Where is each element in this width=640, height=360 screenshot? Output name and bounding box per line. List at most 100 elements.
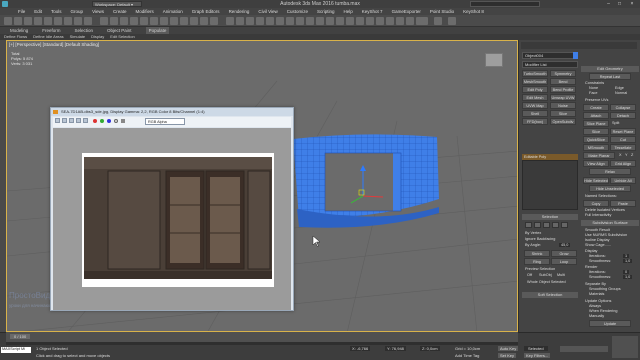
- search-field[interactable]: [470, 1, 540, 7]
- toolbar-button-icon[interactable]: [24, 17, 32, 25]
- detach-button[interactable]: Detach: [610, 112, 636, 119]
- tessellate-button[interactable]: Tessellate: [610, 144, 636, 151]
- constraint-none-radio[interactable]: None: [589, 86, 598, 90]
- toolbar-button-icon[interactable]: [74, 17, 82, 25]
- modifier-button-symmetry[interactable]: Symmetry: [550, 70, 576, 77]
- toolbar-button-icon[interactable]: [84, 17, 92, 25]
- modifier-stack[interactable]: [522, 160, 578, 210]
- smoothing-groups-checkbox[interactable]: Smoothing Groups: [589, 287, 621, 291]
- modifier-button-turbosmooth[interactable]: TurboSmooth: [522, 70, 548, 77]
- modifier-button-bend[interactable]: Bend: [550, 78, 576, 85]
- polygon-mode-icon[interactable]: [552, 222, 559, 228]
- element-mode-icon[interactable]: [561, 222, 568, 228]
- menu-item-graph-editors[interactable]: Graph Editors: [192, 8, 220, 15]
- iterations-spinner[interactable]: 1: [623, 254, 630, 258]
- time-slider[interactable]: 0 / 100: [6, 332, 518, 342]
- view-align-button[interactable]: View Align: [583, 160, 609, 167]
- modifier-button-unwrap-uvw[interactable]: Unwrap UVW: [550, 94, 576, 101]
- grow-button[interactable]: Grow: [551, 250, 577, 257]
- quickslice-button[interactable]: QuickSlice: [583, 136, 609, 143]
- toolbar-button-icon[interactable]: [210, 17, 218, 25]
- subdivision-rollout[interactable]: Subdivision Surface: [581, 220, 639, 226]
- toolbar-button-icon[interactable]: [306, 17, 314, 25]
- viewport-nav-controls[interactable]: [612, 336, 638, 358]
- make-planar-button[interactable]: Make Planar: [583, 152, 615, 159]
- selection-rollout[interactable]: Selection: [522, 214, 578, 220]
- toolbar-button-icon[interactable]: [396, 17, 404, 25]
- menu-item-keyshot-7[interactable]: KeyShot 7: [362, 8, 383, 15]
- maxscript-listener[interactable]: MAXScript Mi: [1, 347, 31, 353]
- preview-subobj-radio[interactable]: SubObj: [539, 273, 552, 277]
- toolbar-button-icon[interactable]: [316, 17, 324, 25]
- menu-item-animation[interactable]: Animation: [163, 8, 183, 15]
- tab-selection[interactable]: Selection: [75, 27, 94, 34]
- toolbar-button-icon[interactable]: [14, 17, 22, 25]
- tab-populate[interactable]: Populate: [145, 27, 170, 34]
- vertex-mode-icon[interactable]: [525, 222, 532, 228]
- modifier-button-edit-poly[interactable]: Edit Poly: [522, 86, 548, 93]
- repeat-last-button[interactable]: Repeat Last: [589, 73, 631, 80]
- toolbar-button-icon[interactable]: [448, 17, 456, 25]
- menu-item-scripting[interactable]: Scripting: [317, 8, 335, 15]
- toolbar-button-icon[interactable]: [170, 17, 178, 25]
- menu-item-modifiers[interactable]: Modifiers: [136, 8, 154, 15]
- msmooth-button[interactable]: MSmooth: [583, 144, 609, 151]
- toolbar-button-icon[interactable]: [276, 17, 284, 25]
- always-radio[interactable]: Always: [589, 304, 601, 308]
- tab-freeform[interactable]: Freeform: [42, 27, 60, 34]
- slice-plane-button[interactable]: Slice Plane: [583, 120, 609, 127]
- preview-off-radio[interactable]: Off: [527, 273, 532, 277]
- by-angle-checkbox[interactable]: By Angle:: [525, 243, 541, 247]
- toolbar-button-icon[interactable]: [286, 17, 294, 25]
- modifier-button-slice[interactable]: Slice: [550, 110, 576, 117]
- auto-key-button[interactable]: Auto Key: [498, 346, 519, 351]
- reset-plane-button[interactable]: Reset Plane: [610, 128, 636, 135]
- alpha-channel-icon[interactable]: [114, 119, 118, 123]
- menu-item-rendering[interactable]: Rendering: [229, 8, 250, 15]
- menu-item-group[interactable]: Group: [71, 8, 84, 15]
- copy-button[interactable]: Copy: [583, 200, 609, 207]
- toolbar-button-icon[interactable]: [120, 17, 128, 25]
- toolbar-button-icon[interactable]: [406, 17, 414, 25]
- toolbar-button-icon[interactable]: [4, 17, 12, 25]
- modifier-button-edit-mesh[interactable]: Edit Mesh: [522, 94, 548, 101]
- menu-item-views[interactable]: Views: [92, 8, 104, 15]
- selected-key-dropdown[interactable]: Selected: [524, 346, 548, 351]
- cut-button[interactable]: Cut: [610, 136, 636, 143]
- show-cage-checkbox[interactable]: Show Cage......: [585, 243, 611, 247]
- toolbar-button-icon[interactable]: [246, 17, 254, 25]
- edge-mode-icon[interactable]: [534, 222, 541, 228]
- update-button[interactable]: Update: [589, 320, 631, 327]
- render-smoothness-spinner[interactable]: 1,0: [623, 275, 633, 279]
- slice-button[interactable]: Slice: [583, 128, 609, 135]
- paste-button[interactable]: Paste: [610, 200, 636, 207]
- object-name-field[interactable]: Object004: [522, 52, 578, 59]
- axis-x-button[interactable]: X: [619, 153, 622, 157]
- toolbar-button-icon[interactable]: [190, 17, 198, 25]
- object-color-swatch[interactable]: [573, 52, 578, 59]
- constraint-edge-radio[interactable]: Edge: [615, 86, 624, 90]
- toolbar-button-icon[interactable]: [336, 17, 344, 25]
- toolbar-button-icon[interactable]: [420, 17, 428, 25]
- border-mode-icon[interactable]: [543, 222, 550, 228]
- copy-image-icon[interactable]: [62, 118, 67, 123]
- key-filters-button[interactable]: Key Filters...: [524, 353, 551, 358]
- modifier-button-opensubdiv[interactable]: OpenSubdiv: [550, 118, 576, 125]
- hide-selected-button[interactable]: Hide Selected: [583, 177, 609, 184]
- toolbar-button-icon[interactable]: [130, 17, 138, 25]
- app-icon[interactable]: [2, 1, 8, 7]
- toolbar-button-icon[interactable]: [266, 17, 274, 25]
- track-bar[interactable]: [6, 342, 518, 345]
- relax-button[interactable]: Relax: [589, 168, 631, 175]
- constraint-face-radio[interactable]: Face: [589, 91, 597, 95]
- toolbar-button-icon[interactable]: [180, 17, 188, 25]
- hide-unselected-button[interactable]: Hide Unselected: [589, 185, 631, 192]
- menu-item-customize[interactable]: Customize: [287, 8, 308, 15]
- toolbar-button-icon[interactable]: [356, 17, 364, 25]
- split-checkbox[interactable]: Split: [612, 121, 619, 125]
- by-vertex-checkbox[interactable]: By Vertex: [525, 231, 541, 235]
- toolbar-button-icon[interactable]: [44, 17, 52, 25]
- blue-channel-icon[interactable]: [107, 119, 111, 123]
- menu-item-edit[interactable]: Edit: [34, 8, 42, 15]
- delete-isolated-checkbox[interactable]: Delete Isolated Vertices: [585, 208, 625, 212]
